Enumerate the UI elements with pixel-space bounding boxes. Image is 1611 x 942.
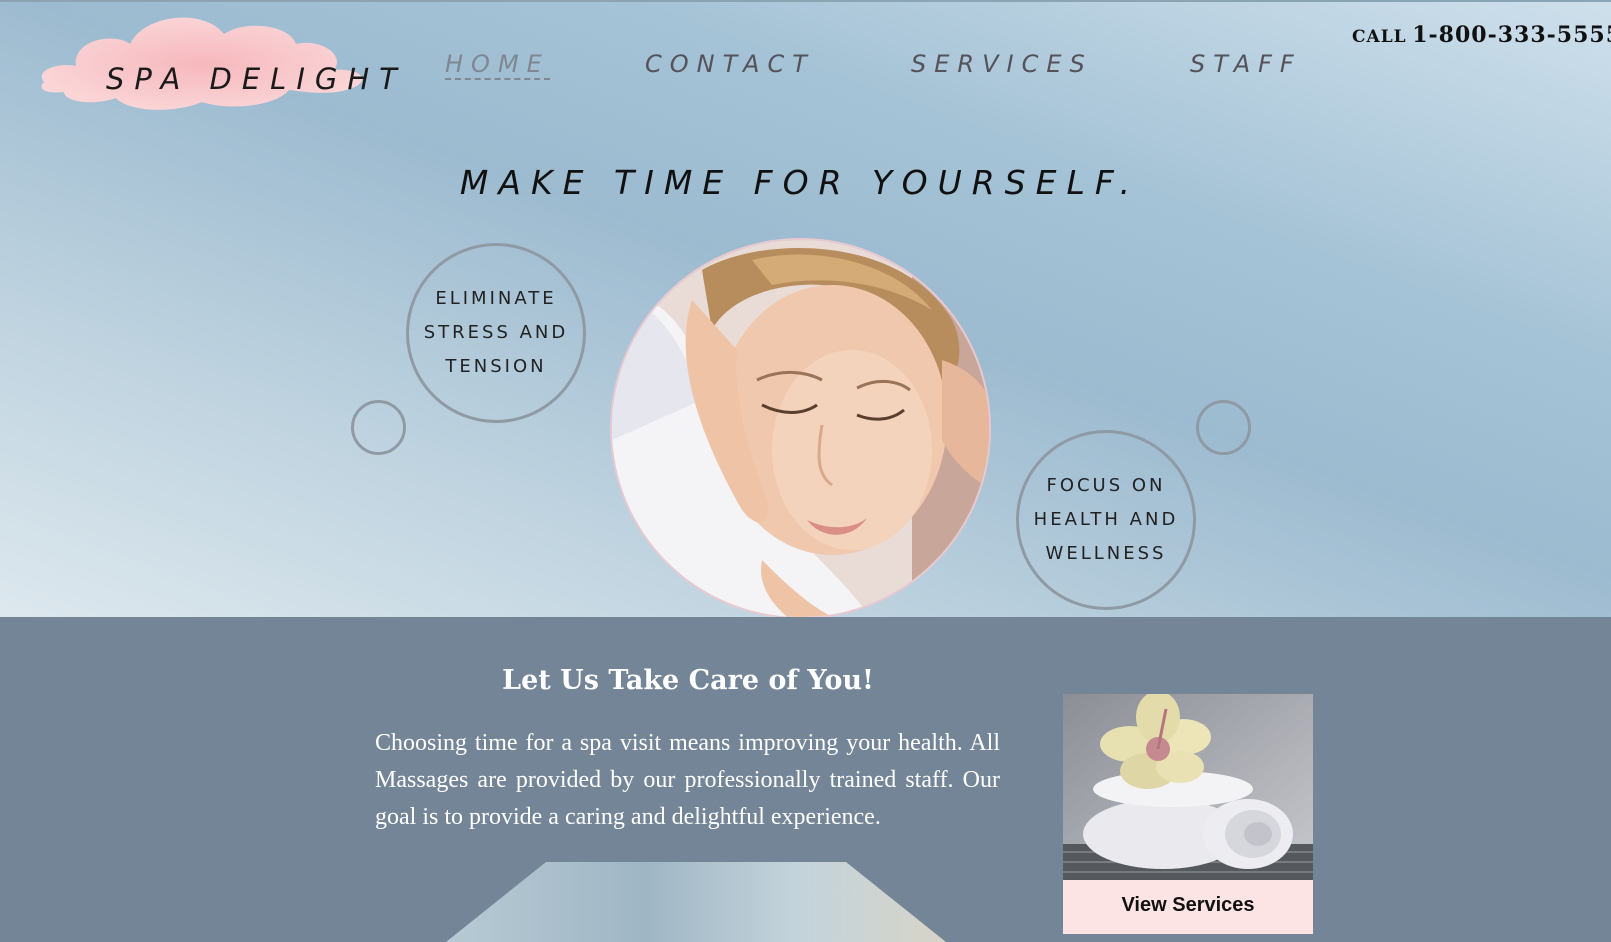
- nav-services[interactable]: SERVICES: [911, 50, 1093, 78]
- section-paragraph: Choosing time for a spa visit means impr…: [375, 730, 1000, 830]
- phone-contact: CALL 1-800-333-5555: [1352, 22, 1611, 48]
- view-services-button[interactable]: View Services: [1063, 894, 1313, 917]
- decorative-bubble-small-left: [351, 400, 406, 455]
- phone-number[interactable]: 1-800-333-5555: [1412, 22, 1611, 48]
- bubble-eliminate-stress: ELIMINATE STRESS AND TENSION: [406, 243, 586, 423]
- bubble-left-line-3: TENSION: [445, 356, 547, 377]
- bubble-left-line-1: ELIMINATE: [435, 288, 557, 309]
- logo-text: SPA DELIGHT: [106, 62, 407, 96]
- hero-photo-relaxing-woman: [610, 238, 991, 617]
- logo[interactable]: SPA DELIGHT: [34, 10, 397, 120]
- decorative-bubble-small-right: [1196, 400, 1251, 455]
- nav-contact[interactable]: CONTACT: [645, 50, 815, 78]
- hero-tagline: MAKE TIME FOR YOURSELF.: [459, 163, 1141, 202]
- section-title: Let Us Take Care of You!: [502, 665, 874, 696]
- bubble-left-line-2: STRESS AND: [423, 322, 569, 343]
- services-card[interactable]: View Services: [1063, 694, 1313, 934]
- bubble-right-text: FOCUS ON HEALTH AND WELLNESS: [1034, 469, 1179, 571]
- hero-section: SPA DELIGHT HOME CONTACT SERVICES STAFF …: [0, 0, 1611, 617]
- nav-staff[interactable]: STAFF: [1190, 50, 1302, 78]
- bubble-right-line-3: WELLNESS: [1045, 543, 1167, 564]
- bubble-right-line-2: HEALTH AND: [1033, 509, 1179, 530]
- bubble-focus-health: FOCUS ON HEALTH AND WELLNESS: [1016, 430, 1196, 610]
- bubble-left-text: ELIMINATE STRESS AND TENSION: [424, 282, 569, 384]
- nav-home[interactable]: HOME: [445, 50, 550, 80]
- decorative-hexagon-image: [446, 862, 946, 942]
- call-label: CALL: [1352, 27, 1407, 47]
- bubble-right-line-1: FOCUS ON: [1046, 475, 1166, 496]
- services-card-image: [1063, 694, 1313, 880]
